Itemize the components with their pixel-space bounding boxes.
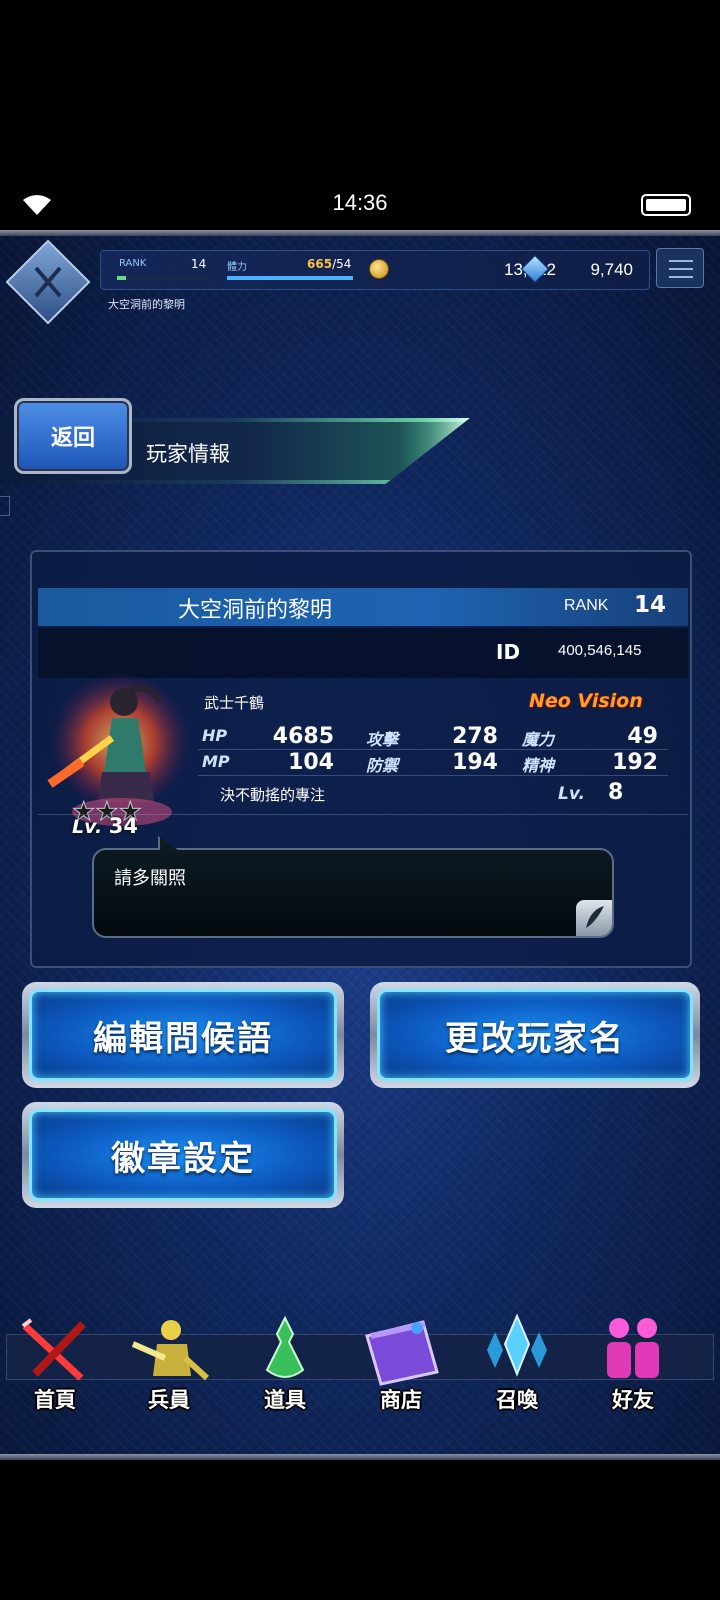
player-info-card: 大空洞前的黎明 RANK 14 ID 400,546,145 ★★★ Lv. 3… bbox=[30, 550, 692, 968]
bottom-letterbox bbox=[0, 1460, 720, 1600]
back-button[interactable]: 返回 bbox=[14, 398, 132, 474]
player-id: 400,546,145 bbox=[558, 642, 642, 659]
card-rank-label: RANK bbox=[564, 597, 609, 614]
stamina-bar bbox=[227, 276, 353, 280]
unit-level: Lv. 34 bbox=[72, 814, 139, 838]
neo-vision-tag: Neo Vision bbox=[529, 690, 643, 712]
change-name-button[interactable]: 更改玩家名 bbox=[370, 982, 700, 1088]
limit-burst-name: 決不動搖的專注 bbox=[220, 786, 326, 804]
crystal-summon-icon bbox=[487, 1314, 547, 1377]
unit-name: 武士千鶴 bbox=[204, 694, 265, 712]
limit-burst-level-label: Lv. bbox=[558, 784, 585, 804]
header-player-name: 大空洞前的黎明 bbox=[108, 298, 185, 311]
nav-items[interactable]: 道具 bbox=[230, 1310, 340, 1420]
potion-icon bbox=[265, 1315, 305, 1378]
rank-exp-bar bbox=[117, 276, 207, 280]
spr-label: 精神 bbox=[522, 756, 555, 775]
stat-row-1: HP 4685 攻擊 278 魔力 49 bbox=[198, 724, 668, 750]
rank-emblem[interactable] bbox=[5, 239, 91, 325]
player-name: 大空洞前的黎明 bbox=[178, 598, 333, 623]
sword-home-icon bbox=[21, 1318, 86, 1381]
edge-tab bbox=[0, 496, 10, 516]
card-rank-value: 14 bbox=[634, 592, 667, 618]
gil-coin-icon bbox=[369, 259, 389, 279]
nav-friends-label: 好友 bbox=[612, 1388, 654, 1412]
resource-bar: RANK 14 體力 665/54 13,012 9,740 bbox=[100, 250, 650, 290]
nav-home-label: 首頁 bbox=[34, 1388, 76, 1412]
nav-summon[interactable]: 召喚 bbox=[462, 1310, 572, 1420]
units-icon bbox=[131, 1320, 209, 1381]
limit-burst-level: 8 bbox=[608, 780, 624, 805]
status-bar: 14:36 bbox=[0, 0, 720, 230]
nav-items-label: 道具 bbox=[264, 1388, 306, 1412]
name-band: 大空洞前的黎明 RANK 14 bbox=[38, 588, 688, 626]
nav-home[interactable]: 首頁 bbox=[0, 1310, 110, 1420]
top-header: RANK 14 體力 665/54 13,012 9,740 大空洞前的黎明 bbox=[5, 239, 710, 325]
stamina-value: 665/54 bbox=[307, 257, 352, 271]
card-divider bbox=[38, 814, 688, 815]
edit-greeting-label: 編輯問候語 bbox=[29, 989, 337, 1081]
frame-top bbox=[0, 230, 720, 236]
badge-settings-label: 徽章設定 bbox=[29, 1109, 337, 1201]
atk-label: 攻擊 bbox=[366, 730, 399, 749]
nav-units[interactable]: 兵員 bbox=[114, 1310, 224, 1420]
crossed-swords-icon bbox=[34, 266, 62, 298]
mag-label: 魔力 bbox=[522, 730, 555, 749]
battery-icon bbox=[641, 194, 691, 216]
friends-icon bbox=[607, 1318, 659, 1378]
nav-summon-label: 召喚 bbox=[496, 1388, 538, 1412]
greeting-message-box: 請多關照 bbox=[92, 848, 614, 938]
nav-shop[interactable]: 商店 bbox=[346, 1310, 456, 1420]
status-time: 14:36 bbox=[332, 190, 388, 215]
rank-value: 14 bbox=[191, 257, 207, 271]
hp-label: HP bbox=[202, 726, 228, 745]
nav-shop-label: 商店 bbox=[380, 1388, 422, 1412]
mag-value: 49 bbox=[627, 724, 658, 749]
nav-units-label: 兵員 bbox=[148, 1388, 190, 1412]
page-title: 玩家情報 bbox=[146, 442, 230, 466]
stat-row-2: MP 104 防禦 194 精神 192 bbox=[198, 750, 668, 776]
hp-value: 4685 bbox=[272, 724, 334, 749]
nav-friends[interactable]: 好友 bbox=[578, 1310, 688, 1420]
def-label: 防禦 bbox=[366, 756, 399, 775]
spr-value: 192 bbox=[612, 750, 658, 775]
lapis-amount: 9,740 bbox=[590, 260, 633, 279]
def-value: 194 bbox=[452, 750, 498, 775]
rank-label: RANK bbox=[119, 258, 147, 269]
greeting-message: 請多關照 bbox=[114, 868, 186, 889]
atk-value: 278 bbox=[452, 724, 498, 749]
change-name-label: 更改玩家名 bbox=[377, 989, 693, 1081]
id-label: ID bbox=[496, 640, 521, 664]
quill-pen-icon bbox=[576, 900, 612, 936]
shop-icon bbox=[365, 1320, 439, 1386]
bottom-nav: 首頁 兵員 道具 商店 召喚 好友 bbox=[0, 1310, 720, 1430]
badge-settings-button[interactable]: 徽章設定 bbox=[22, 1102, 344, 1208]
stamina-label: 體力 bbox=[227, 262, 247, 273]
unit-portrait-icon[interactable]: ★★★ bbox=[42, 662, 192, 832]
menu-button[interactable] bbox=[656, 248, 704, 288]
game-screen: RANK 14 體力 665/54 13,012 9,740 大空洞前的黎明 返… bbox=[0, 230, 720, 1460]
mp-label: MP bbox=[202, 752, 230, 771]
edit-greeting-button[interactable]: 編輯問候語 bbox=[22, 982, 344, 1088]
mp-value: 104 bbox=[288, 750, 334, 775]
